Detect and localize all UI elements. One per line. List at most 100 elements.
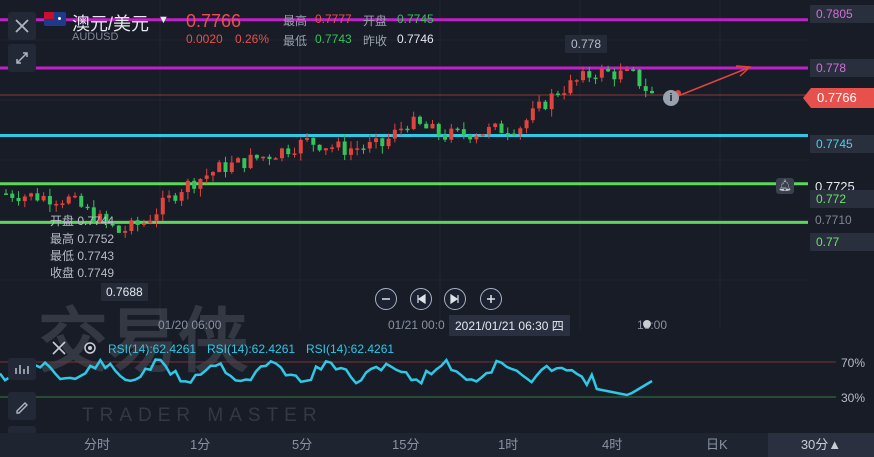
zoom-in-button[interactable]: [480, 288, 502, 310]
next-button[interactable]: [444, 288, 466, 310]
candle-body: [562, 93, 567, 95]
tf-5m[interactable]: 5分: [292, 433, 312, 457]
horizontal-levels: [0, 18, 808, 224]
candle-body: [386, 138, 391, 147]
candle-body: [210, 172, 215, 176]
rsi-label-2: RSI(14):62.4261: [207, 342, 296, 356]
candle-body: [367, 142, 372, 149]
candle-body: [330, 147, 335, 149]
timeframe-bar: 分时 1分 5分 15分 1时 4时 日K 30分▲: [0, 433, 874, 457]
candle-body: [599, 68, 604, 78]
time-label-2: 01/21 00:0: [388, 318, 445, 332]
tf-4h[interactable]: 4时: [602, 433, 622, 457]
candle-body: [173, 195, 178, 201]
rsi-settings-button[interactable]: [82, 340, 98, 361]
candle-body: [493, 123, 498, 127]
candle-body: [348, 148, 353, 155]
prev-button[interactable]: [410, 288, 432, 310]
current-price-tag: 0.7766: [803, 88, 874, 108]
candle-body: [392, 129, 397, 139]
zoom-out-button[interactable]: [375, 288, 397, 310]
candle-body: [643, 86, 648, 91]
pencil-icon: [16, 402, 28, 414]
candle-body: [486, 126, 491, 135]
candle-body: [179, 192, 184, 201]
candle-body: [192, 180, 197, 189]
candle-body: [311, 137, 316, 145]
candle-body: [85, 206, 90, 209]
crosshair-time-label: 2021/01/21 06:30 四: [449, 315, 570, 336]
candle-body: [79, 195, 84, 207]
indicator-button[interactable]: [8, 358, 36, 380]
candle-body: [624, 69, 629, 71]
rsi-label-1: RSI(14):62.4261: [108, 342, 197, 356]
candle-body: [505, 133, 510, 135]
price-chart[interactable]: 交易侠 TRADER MASTER: [0, 0, 874, 457]
candle-body: [449, 128, 454, 140]
rsi-close-button[interactable]: [52, 341, 66, 360]
candle-body: [650, 90, 654, 94]
candle-body: [135, 220, 140, 225]
price-label-0-7710: 0.7710: [815, 213, 852, 227]
candle-body: [35, 193, 40, 201]
candle-body: [480, 134, 485, 137]
candle-body: [518, 128, 523, 135]
time-label-1: 01/20 06:00: [158, 318, 222, 332]
tf-1m[interactable]: 1分: [190, 433, 210, 457]
candle-body: [254, 154, 259, 159]
candle-body: [587, 71, 592, 78]
ohlc-open: 开盘 0.7744: [50, 214, 115, 228]
price-tag-0-77: 0.77: [810, 233, 874, 251]
candle-body: [148, 220, 153, 224]
info-icon[interactable]: i: [663, 90, 679, 106]
tf-15m[interactable]: 15分: [392, 433, 419, 457]
next-icon: [450, 294, 459, 304]
tf-daily[interactable]: 日K: [706, 433, 728, 457]
expand-button[interactable]: [8, 44, 36, 72]
candle-body: [631, 69, 636, 71]
crosshair-dot: [643, 320, 651, 328]
candle-body: [355, 148, 360, 150]
ohlc-close: 收盘 0.7749: [50, 266, 115, 280]
candle-body: [223, 162, 228, 173]
price-change-pct: 0.26%: [235, 32, 270, 46]
prev-icon: [417, 294, 426, 304]
symbol-code: AUDUSD: [72, 31, 119, 43]
candle-body: [54, 203, 59, 206]
candle-body: [436, 123, 441, 136]
chevron-down-icon[interactable]: ▼: [158, 14, 169, 26]
close-button[interactable]: [8, 12, 36, 40]
candle-body: [618, 70, 623, 80]
candle-body: [430, 123, 435, 129]
high-marker: 0.778: [565, 35, 608, 53]
draw-button[interactable]: [8, 392, 36, 420]
rsi-label-3: RSI(14):62.4261: [306, 342, 395, 356]
chart-grid: [0, 0, 810, 330]
expand-icon: [16, 52, 28, 64]
candle-body: [279, 148, 284, 159]
candle-body: [229, 162, 234, 173]
candle-body: [380, 138, 385, 147]
candle-body: [637, 69, 642, 87]
tf-tick[interactable]: 分时: [84, 433, 110, 457]
rsi-level-30: 30%: [841, 391, 866, 405]
current-price: 0.7766: [186, 11, 242, 31]
tf-1h[interactable]: 1时: [498, 433, 518, 457]
bell-icon[interactable]: 🔔︎: [776, 178, 794, 194]
price-tag-0-7805: 0.7805: [810, 5, 874, 23]
candle-body: [336, 141, 341, 148]
candle-body: [41, 195, 46, 201]
candle-body: [298, 139, 303, 154]
tf-30m[interactable]: 30分▲: [768, 433, 874, 457]
candle-body: [574, 80, 579, 82]
candle-body: [160, 197, 165, 215]
candle-body: [286, 148, 291, 155]
candle-body: [273, 158, 278, 160]
prev-close-value: 0.7746: [397, 32, 434, 46]
low-marker: 0.7688: [101, 283, 148, 301]
australia-flag-icon: [44, 12, 66, 26]
open-value: 0.7745: [397, 12, 434, 26]
candle-body: [72, 195, 77, 198]
candle-body: [242, 158, 247, 169]
high-value: 0.7777: [315, 12, 352, 26]
